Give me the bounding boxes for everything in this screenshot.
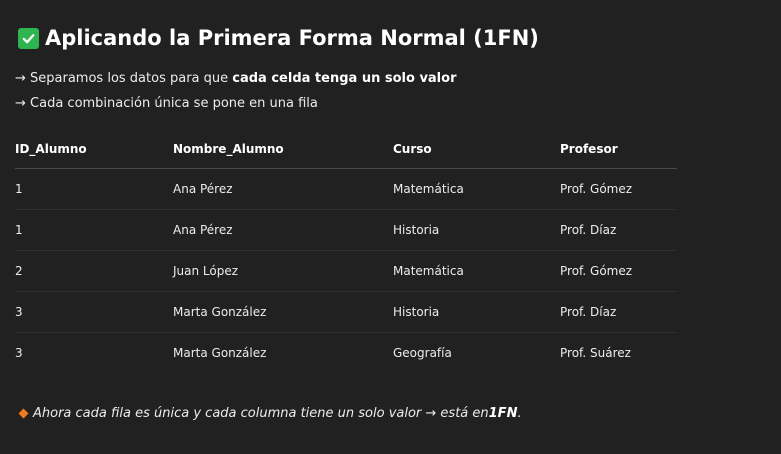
table-row: 1 Ana Pérez Matemática Prof. Gómez [15, 168, 677, 210]
column-header-id-alumno: ID_Alumno [15, 130, 173, 169]
intro-line-1: → Separamos los datos para que cada celd… [15, 70, 456, 88]
table-cell-name: Ana Pérez [173, 209, 393, 251]
table-row: 2 Juan López Matemática Prof. Gómez [15, 250, 677, 292]
conclusion-note-suffix: . [517, 405, 522, 421]
table-cell-name: Marta González [173, 346, 267, 360]
column-header-nombre-alumno: Nombre_Alumno [173, 130, 393, 169]
table-cell-course: Historia [393, 291, 560, 333]
conclusion-note: Ahora cada fila es única y cada columna … [18, 404, 522, 422]
intro-line-2: → Cada combinación única se pone en una … [15, 96, 318, 111]
check-mark-icon [18, 27, 39, 49]
table-cell-name: Marta González [173, 291, 393, 333]
intro-line-1-bold: cada celda tenga un solo valor [232, 71, 457, 86]
table-row: 3 Marta González Geografía Prof. Suárez [15, 333, 677, 374]
table-header-row: ID_Alumno Nombre_Alumno Curso Profesor [15, 130, 677, 169]
conclusion-note-text: Ahora cada fila es única y cada columna … [33, 405, 489, 421]
conclusion-note-bold: 1FN [488, 405, 518, 421]
table-cell-id: 3 [15, 346, 23, 360]
orange-diamond-icon [18, 408, 29, 418]
students-table: ID_Alumno Nombre_Alumno Curso Profesor 1… [15, 130, 677, 373]
table-cell-course: Historia [393, 209, 560, 251]
column-header-profesor: Profesor [560, 130, 677, 169]
table-cell-id: 2 [15, 250, 173, 292]
table-cell-course: Geografía [393, 346, 452, 360]
table-cell-teacher: Prof. Gómez [560, 168, 677, 210]
column-header-curso: Curso [393, 130, 560, 169]
table-cell-teacher: Prof. Díaz [560, 291, 677, 333]
table-cell-teacher: Prof. Suárez [560, 346, 631, 360]
intro-line-1-text: → Separamos los datos para que [15, 71, 233, 86]
table-cell-id: 1 [15, 209, 173, 251]
page-title: Aplicando la Primera Forma Normal (1FN) [18, 24, 539, 52]
table-cell-teacher: Prof. Díaz [560, 209, 677, 251]
table-cell-course: Matemática [393, 168, 560, 210]
page-title-text: Aplicando la Primera Forma Normal (1FN) [45, 26, 539, 50]
table-row: 3 Marta González Historia Prof. Díaz [15, 291, 677, 333]
table-cell-id: 1 [15, 168, 173, 210]
table-cell-id: 3 [15, 291, 173, 333]
table-cell-name: Ana Pérez [173, 168, 393, 210]
table-row: 1 Ana Pérez Historia Prof. Díaz [15, 209, 677, 251]
table-cell-teacher: Prof. Gómez [560, 250, 677, 292]
table-cell-course: Matemática [393, 250, 560, 292]
table-cell-name: Juan López [173, 250, 393, 292]
